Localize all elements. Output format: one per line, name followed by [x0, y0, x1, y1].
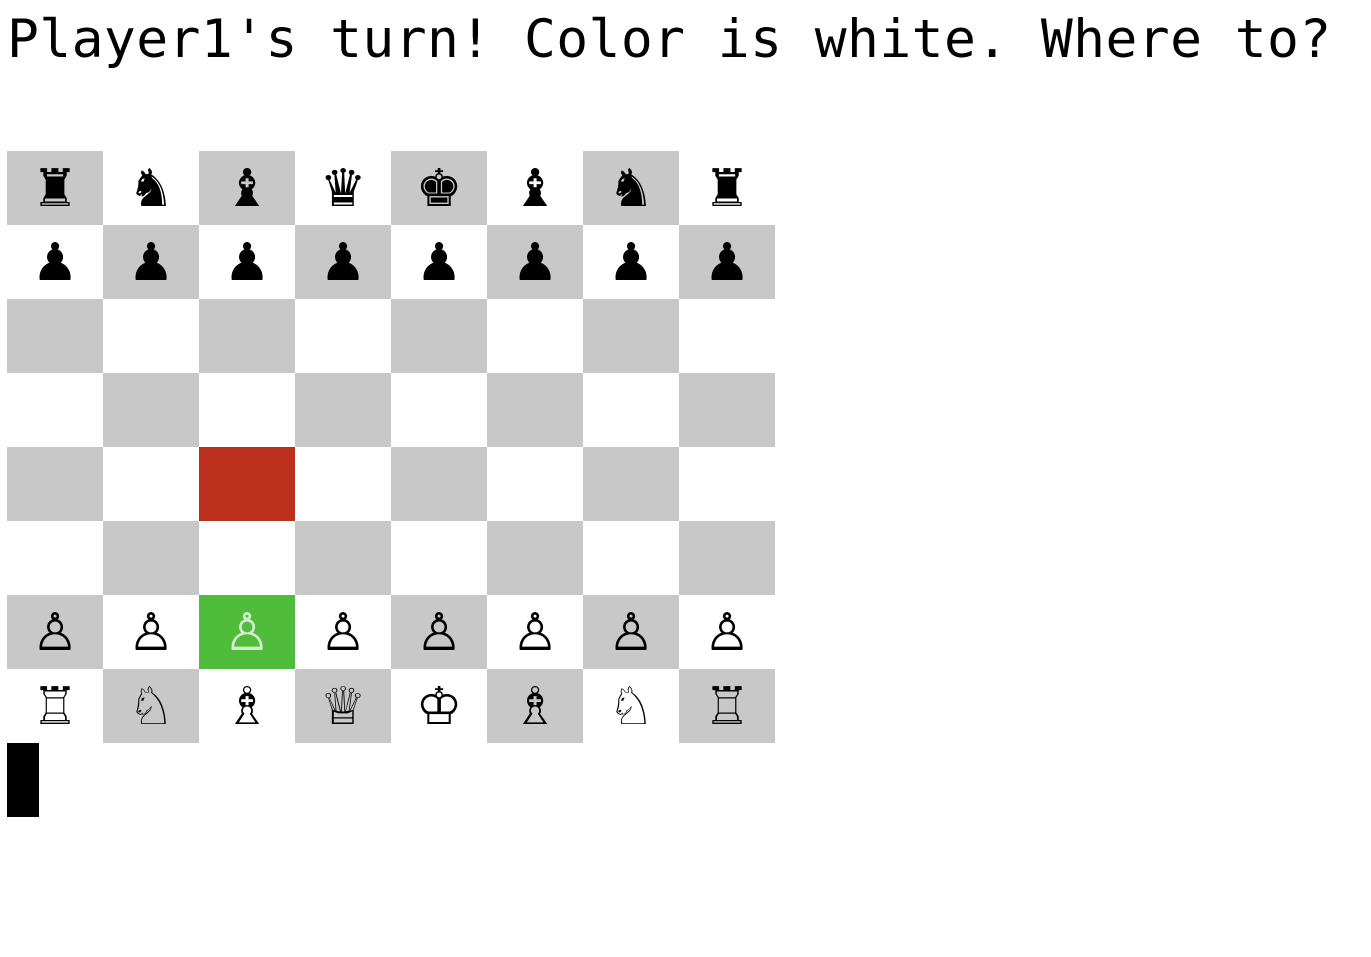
- square-c4[interactable]: [199, 447, 295, 521]
- square-d2[interactable]: ♙: [295, 595, 391, 669]
- square-g7[interactable]: ♟: [583, 225, 679, 299]
- square-a3[interactable]: [7, 521, 103, 595]
- black-pawn-icon[interactable]: ♟: [416, 237, 463, 289]
- square-h2[interactable]: ♙: [679, 595, 775, 669]
- white-bishop-icon[interactable]: ♗: [512, 681, 559, 733]
- square-d8[interactable]: ♛: [295, 151, 391, 225]
- square-h7[interactable]: ♟: [679, 225, 775, 299]
- black-knight-icon[interactable]: ♞: [128, 163, 175, 215]
- square-a1[interactable]: ♖: [7, 669, 103, 743]
- black-pawn-icon[interactable]: ♟: [32, 237, 79, 289]
- square-c6[interactable]: [199, 299, 295, 373]
- square-h5[interactable]: [679, 373, 775, 447]
- square-a7[interactable]: ♟: [7, 225, 103, 299]
- square-b7[interactable]: ♟: [103, 225, 199, 299]
- white-pawn-icon[interactable]: ♙: [128, 607, 175, 659]
- square-f5[interactable]: [487, 373, 583, 447]
- square-c3[interactable]: [199, 521, 295, 595]
- white-rook-icon[interactable]: ♖: [32, 681, 79, 733]
- white-pawn-icon[interactable]: ♙: [416, 607, 463, 659]
- square-d1[interactable]: ♕: [295, 669, 391, 743]
- black-pawn-icon[interactable]: ♟: [128, 237, 175, 289]
- white-knight-icon[interactable]: ♘: [128, 681, 175, 733]
- square-b5[interactable]: [103, 373, 199, 447]
- white-pawn-icon[interactable]: ♙: [320, 607, 367, 659]
- square-g2[interactable]: ♙: [583, 595, 679, 669]
- black-bishop-icon[interactable]: ♝: [224, 163, 271, 215]
- square-a5[interactable]: [7, 373, 103, 447]
- square-g5[interactable]: [583, 373, 679, 447]
- square-g1[interactable]: ♘: [583, 669, 679, 743]
- black-bishop-icon[interactable]: ♝: [512, 163, 559, 215]
- square-g8[interactable]: ♞: [583, 151, 679, 225]
- white-bishop-icon[interactable]: ♗: [224, 681, 271, 733]
- white-king-icon[interactable]: ♔: [416, 681, 463, 733]
- square-f8[interactable]: ♝: [487, 151, 583, 225]
- square-f3[interactable]: [487, 521, 583, 595]
- square-h6[interactable]: [679, 299, 775, 373]
- square-f2[interactable]: ♙: [487, 595, 583, 669]
- black-pawn-icon[interactable]: ♟: [512, 237, 559, 289]
- square-h8[interactable]: ♜: [679, 151, 775, 225]
- white-rook-icon[interactable]: ♖: [704, 681, 751, 733]
- white-knight-icon[interactable]: ♘: [608, 681, 655, 733]
- square-f6[interactable]: [487, 299, 583, 373]
- chess-board: ♜ ♞ ♝ ♛ ♚ ♝ ♞ ♜ ♟ ♟ ♟ ♟ ♟ ♟ ♟ ♟ ♙ ♙ ♙ ♙ ♙ ♙ ♙ ♙ ♖ ♘ ♗ ♕ ♔ ♗ ♘ ♖: [7, 151, 775, 743]
- square-d5[interactable]: [295, 373, 391, 447]
- square-b1[interactable]: ♘: [103, 669, 199, 743]
- square-d4[interactable]: [295, 447, 391, 521]
- square-e2[interactable]: ♙: [391, 595, 487, 669]
- black-pawn-icon[interactable]: ♟: [704, 237, 751, 289]
- square-c1[interactable]: ♗: [199, 669, 295, 743]
- square-b3[interactable]: [103, 521, 199, 595]
- square-c2[interactable]: ♙: [199, 595, 295, 669]
- turn-prompt: Player1's turn! Color is white. Where to…: [7, 9, 1332, 70]
- square-a6[interactable]: [7, 299, 103, 373]
- square-e5[interactable]: [391, 373, 487, 447]
- square-b2[interactable]: ♙: [103, 595, 199, 669]
- square-h1[interactable]: ♖: [679, 669, 775, 743]
- square-b6[interactable]: [103, 299, 199, 373]
- black-king-icon[interactable]: ♚: [416, 163, 463, 215]
- black-pawn-icon[interactable]: ♟: [608, 237, 655, 289]
- white-pawn-icon[interactable]: ♙: [32, 607, 79, 659]
- black-pawn-icon[interactable]: ♟: [224, 237, 271, 289]
- square-e3[interactable]: [391, 521, 487, 595]
- square-g4[interactable]: [583, 447, 679, 521]
- square-d7[interactable]: ♟: [295, 225, 391, 299]
- white-pawn-icon[interactable]: ♙: [608, 607, 655, 659]
- black-knight-icon[interactable]: ♞: [608, 163, 655, 215]
- square-d6[interactable]: [295, 299, 391, 373]
- square-a2[interactable]: ♙: [7, 595, 103, 669]
- input-cursor[interactable]: [7, 743, 39, 817]
- white-pawn-icon[interactable]: ♙: [512, 607, 559, 659]
- square-c7[interactable]: ♟: [199, 225, 295, 299]
- square-a4[interactable]: [7, 447, 103, 521]
- square-c8[interactable]: ♝: [199, 151, 295, 225]
- black-queen-icon[interactable]: ♛: [320, 163, 367, 215]
- square-e4[interactable]: [391, 447, 487, 521]
- square-h3[interactable]: [679, 521, 775, 595]
- square-e8[interactable]: ♚: [391, 151, 487, 225]
- square-c5[interactable]: [199, 373, 295, 447]
- white-queen-icon[interactable]: ♕: [320, 681, 367, 733]
- square-f1[interactable]: ♗: [487, 669, 583, 743]
- square-e7[interactable]: ♟: [391, 225, 487, 299]
- square-f7[interactable]: ♟: [487, 225, 583, 299]
- square-h4[interactable]: [679, 447, 775, 521]
- black-rook-icon[interactable]: ♜: [704, 163, 751, 215]
- square-g3[interactable]: [583, 521, 679, 595]
- square-b4[interactable]: [103, 447, 199, 521]
- square-a8[interactable]: ♜: [7, 151, 103, 225]
- square-g6[interactable]: [583, 299, 679, 373]
- black-pawn-icon[interactable]: ♟: [320, 237, 367, 289]
- square-d3[interactable]: [295, 521, 391, 595]
- white-pawn-icon[interactable]: ♙: [704, 607, 751, 659]
- square-e1[interactable]: ♔: [391, 669, 487, 743]
- square-e6[interactable]: [391, 299, 487, 373]
- square-f4[interactable]: [487, 447, 583, 521]
- black-rook-icon[interactable]: ♜: [32, 163, 79, 215]
- square-b8[interactable]: ♞: [103, 151, 199, 225]
- white-pawn-icon[interactable]: ♙: [224, 607, 271, 659]
